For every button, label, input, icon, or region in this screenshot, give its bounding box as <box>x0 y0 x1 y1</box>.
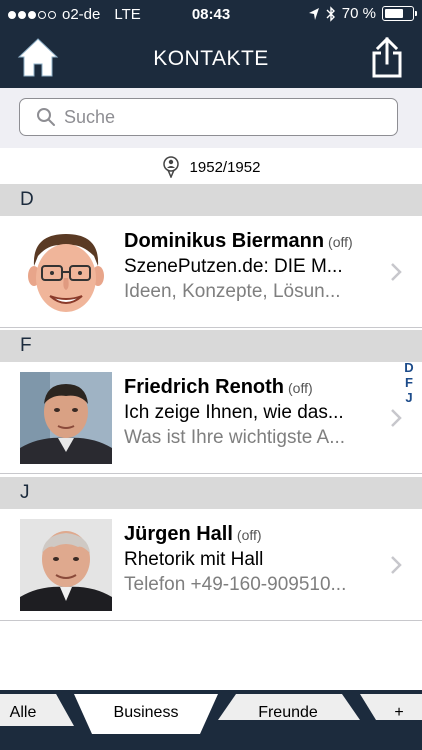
search-icon <box>37 108 55 126</box>
section-header-j: J <box>0 477 422 509</box>
contact-text: Jürgen Hall (off) Rhetorik mit Hall Telef… <box>124 523 380 596</box>
contact-row[interactable]: Dominikus Biermann (off) SzenePutzen.de: … <box>0 216 422 328</box>
contact-name: Dominikus Biermann <box>124 230 325 252</box>
contact-row[interactable]: Jürgen Hall (off) Rhetorik mit Hall Telef… <box>0 509 422 621</box>
avatar <box>20 519 112 611</box>
status-right: 70 % <box>308 5 417 22</box>
contact-pin-icon <box>162 156 179 178</box>
contact-status: (off) <box>328 234 353 250</box>
battery-icon <box>382 6 417 21</box>
status-bar: o2-de LTE 08:43 70 % <box>0 0 422 30</box>
index-letter-d[interactable]: D <box>404 360 413 375</box>
tab-freunde[interactable]: Freunde <box>236 704 340 722</box>
contact-text: Dominikus Biermann (off) SzenePutzen.de: … <box>124 230 380 303</box>
index-letter-j[interactable]: J <box>405 390 412 405</box>
chevron-right-icon <box>391 409 402 427</box>
tab-background <box>0 694 422 734</box>
page-title: KONTAKTE <box>153 47 269 70</box>
contact-status: (off) <box>288 380 313 396</box>
avatar <box>20 372 112 464</box>
contact-name-line: Friedrich Renoth (off) <box>124 376 380 399</box>
tab-bar: Alle Business Freunde + <box>0 690 422 750</box>
contact-subline: Ideen, Konzepte, Lösun... <box>124 281 341 302</box>
contact-headline: Rhetorik mit Hall <box>124 549 264 570</box>
contact-subline: Was ist Ihre wichtigste A... <box>124 427 346 448</box>
contact-name-line: Dominikus Biermann (off) <box>124 230 380 253</box>
contact-subline: Telefon +49-160-909510... <box>124 574 347 595</box>
contact-row[interactable]: Friedrich Renoth (off) Ich zeige Ihnen, w… <box>0 362 422 474</box>
chevron-right-icon <box>391 263 402 281</box>
section-header-d: D <box>0 184 422 216</box>
nav-bar: KONTAKTE <box>0 30 422 88</box>
avatar <box>20 226 112 318</box>
share-icon <box>372 36 402 78</box>
tab-add[interactable]: + <box>376 704 422 722</box>
search-placeholder: Suche <box>64 107 116 127</box>
contact-name-line: Jürgen Hall (off) <box>124 523 380 546</box>
contact-headline: SzenePutzen.de: DIE M... <box>124 256 343 277</box>
contact-count: 1952/1952 <box>189 158 261 176</box>
share-button[interactable] <box>370 36 404 80</box>
chevron-right-icon <box>391 556 402 574</box>
location-arrow-icon <box>308 7 319 20</box>
contact-name: Friedrich Renoth <box>124 376 285 398</box>
contact-count-row: 1952/1952 <box>0 148 422 184</box>
search-area: Suche <box>0 88 422 148</box>
index-letter-f[interactable]: F <box>405 375 413 390</box>
contact-status: (off) <box>236 527 262 543</box>
search-input[interactable]: Suche <box>19 98 398 136</box>
contact-headline: Ich zeige Ihnen, wie das... <box>124 402 344 423</box>
battery-percent: 70 % <box>341 5 376 22</box>
tab-alle[interactable]: Alle <box>0 704 46 722</box>
section-index[interactable]: D F J <box>402 360 416 405</box>
contact-text: Friedrich Renoth (off) Ich zeige Ihnen, w… <box>124 376 380 449</box>
section-header-f: F <box>0 330 422 362</box>
contact-name: Jürgen Hall <box>124 523 233 545</box>
tab-business[interactable]: Business <box>92 704 200 722</box>
bluetooth-icon <box>326 5 335 22</box>
